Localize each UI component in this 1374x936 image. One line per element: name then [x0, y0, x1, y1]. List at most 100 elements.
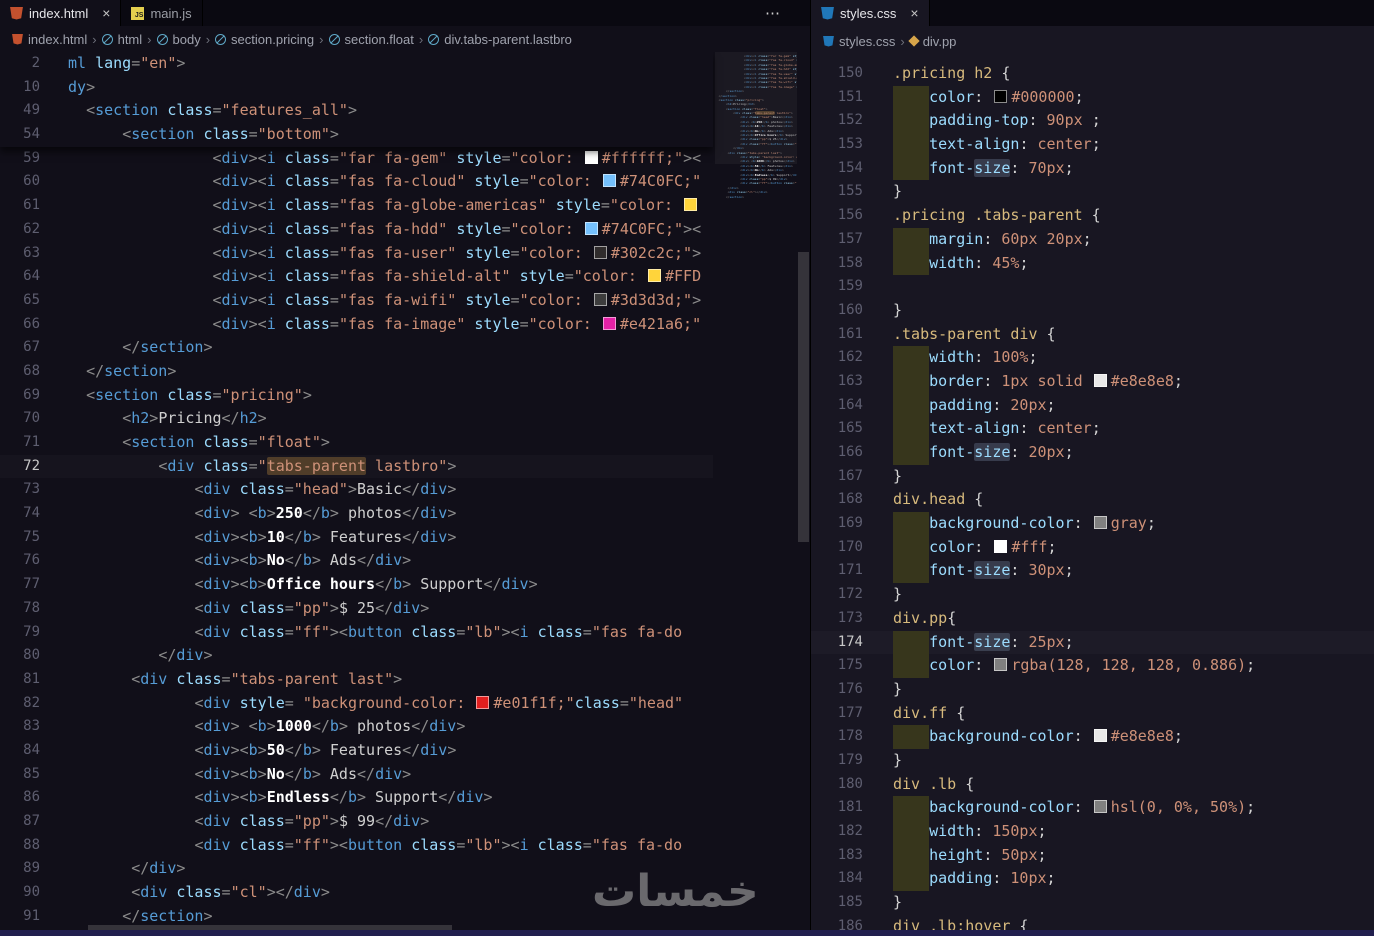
code-text[interactable]: background-color: hsl(0, 0%, 50%);	[863, 796, 1374, 820]
code-text[interactable]: <div><b>Office hours</b> Support</div>	[40, 573, 713, 597]
color-swatch[interactable]	[1093, 729, 1107, 743]
code-text[interactable]: }	[863, 891, 1374, 915]
code-text[interactable]: <div><i class="fas fa-cloud" style="colo…	[40, 170, 713, 194]
code-text[interactable]: <div><b>No</b> Ads</div>	[40, 763, 713, 787]
color-swatch[interactable]	[1093, 516, 1107, 530]
code-text[interactable]: text-align: center;	[863, 133, 1374, 157]
code-text[interactable]: div .lb {	[863, 773, 1374, 797]
color-swatch[interactable]	[684, 198, 698, 212]
code-text[interactable]: </section>	[40, 336, 713, 360]
breadcrumb-item-div-pp[interactable]: div.pp	[908, 34, 956, 49]
color-swatch[interactable]	[602, 174, 616, 188]
code-text[interactable]: padding: 20px;	[863, 393, 1374, 418]
code-text[interactable]: <div class="pp">$ 25</div>	[40, 597, 713, 621]
code-text[interactable]: margin: 60px 20px;	[863, 227, 1374, 252]
code-text[interactable]: font-size: 25px;	[863, 630, 1374, 655]
code-text[interactable]	[863, 275, 1374, 299]
color-swatch[interactable]	[602, 316, 616, 330]
code-text[interactable]: width: 45%;	[863, 251, 1374, 276]
tab-main-js[interactable]: main.js	[121, 0, 203, 26]
close-icon[interactable]: ×	[910, 5, 918, 21]
code-text[interactable]: <div style= "background-color: #e01f1f;"…	[40, 692, 713, 716]
breadcrumb-item-section-float[interactable]: section.float	[328, 32, 414, 47]
color-swatch[interactable]	[994, 89, 1008, 103]
code-text[interactable]: <div class="tabs-parent lastbro">	[40, 455, 713, 479]
code-text[interactable]: <section class="float">	[40, 431, 713, 455]
code-text[interactable]: <section class="features_all">	[40, 99, 713, 123]
breadcrumb-item-index-html[interactable]: index.html	[12, 32, 87, 47]
code-text[interactable]: ml lang="en">	[40, 52, 713, 76]
code-text[interactable]: <div class="ff"><button class="lb"><i cl…	[40, 621, 713, 645]
code-text[interactable]: height: 50px;	[863, 843, 1374, 868]
code-text[interactable]: <div class="head">Basic</div>	[40, 478, 713, 502]
breadcrumb-item-body[interactable]: body	[156, 32, 201, 47]
code-text[interactable]: width: 100%;	[863, 346, 1374, 370]
code-text[interactable]: font-size: 20px;	[863, 441, 1374, 465]
code-text[interactable]: <div><i class="fas fa-image" style="colo…	[40, 313, 713, 337]
code-text[interactable]: <section class="bottom">	[40, 123, 713, 147]
breadcrumb-item-styles-css[interactable]: styles.css	[823, 34, 895, 49]
code-text[interactable]: background-color: #e8e8e8;	[863, 725, 1374, 749]
code-text[interactable]: }	[863, 299, 1374, 323]
code-text[interactable]: <div><i class="far fa-gem" style="color:…	[40, 147, 713, 171]
minimap-slider[interactable]	[715, 52, 797, 164]
code-text[interactable]: <div><i class="fas fa-user" style="color…	[40, 242, 713, 266]
code-text[interactable]: <div><i class="fas fa-wifi" style="color…	[40, 289, 713, 313]
code-text[interactable]: color: #000000;	[863, 85, 1374, 110]
code-text[interactable]: padding-top: 90px ;	[863, 109, 1374, 134]
vertical-scrollbar[interactable]	[797, 52, 810, 936]
code-text[interactable]: <div><b>Endless</b> Support</div>	[40, 786, 713, 810]
code-text[interactable]: <div> <b>1000</b> photos</div>	[40, 715, 713, 739]
color-swatch[interactable]	[994, 539, 1008, 553]
color-swatch[interactable]	[584, 221, 598, 235]
color-swatch[interactable]	[593, 245, 607, 259]
code-text[interactable]: text-align: center;	[863, 417, 1374, 441]
code-text[interactable]: div.head {	[863, 488, 1374, 512]
code-text[interactable]: <div class="ff"><button class="lb"><i cl…	[40, 834, 713, 858]
code-text[interactable]: </section>	[40, 360, 713, 384]
code-text[interactable]: }	[863, 180, 1374, 204]
code-text[interactable]: color: #fff;	[863, 535, 1374, 560]
code-text[interactable]: width: 150px;	[863, 820, 1374, 844]
color-swatch[interactable]	[593, 292, 607, 306]
tab-index-html[interactable]: index.html ×	[0, 0, 122, 26]
code-text[interactable]: <div><b>50</b> Features</div>	[40, 739, 713, 763]
code-text[interactable]: font-size: 30px;	[863, 559, 1374, 584]
code-text[interactable]: <div><b>10</b> Features</div>	[40, 526, 713, 550]
tab-styles-css[interactable]: styles.css ×	[811, 0, 930, 26]
code-text[interactable]: <div><b>No</b> Ads</div>	[40, 549, 713, 573]
code-text[interactable]: div.ff {	[863, 702, 1374, 726]
color-swatch[interactable]	[648, 269, 661, 283]
code-text[interactable]: }	[863, 678, 1374, 702]
css-editor[interactable]: 150 .pricing h2 {151 color: #000000; 152 p…	[811, 56, 1374, 936]
code-text[interactable]: }	[863, 583, 1374, 607]
code-text[interactable]: <div><i class="fas fa-globe-americas" st…	[40, 194, 713, 218]
code-text[interactable]: <div class="tabs-parent last">	[40, 668, 713, 692]
color-swatch[interactable]	[1093, 373, 1107, 387]
code-text[interactable]: <div> <b>250</b> photos</div>	[40, 502, 713, 526]
color-swatch[interactable]	[584, 150, 598, 164]
color-swatch[interactable]	[476, 695, 490, 709]
code-text[interactable]: <h2>Pricing</h2>	[40, 407, 713, 431]
more-actions-icon[interactable]: ⋯	[765, 4, 782, 22]
code-text[interactable]: <div><i class="fas fa-shield-alt" style=…	[40, 265, 713, 289]
code-text[interactable]: }	[863, 465, 1374, 489]
code-text[interactable]: padding: 10px;	[863, 867, 1374, 892]
code-text[interactable]: font-size: 70px;	[863, 156, 1374, 181]
color-swatch[interactable]	[994, 658, 1008, 672]
html-editor[interactable]: 59 <div><i class="far fa-gem" style="col…	[0, 52, 810, 936]
code-text[interactable]: <div class="pp">$ 99</div>	[40, 810, 713, 834]
breadcrumb-item-html[interactable]: html	[101, 32, 142, 47]
code-text[interactable]: .pricing h2 {	[863, 62, 1374, 86]
code-text[interactable]: color: rgba(128, 128, 128, 0.886);	[863, 654, 1374, 678]
code-text[interactable]: div.pp{	[863, 607, 1374, 631]
code-text[interactable]: }	[863, 749, 1374, 773]
code-text[interactable]: </div>	[40, 644, 713, 668]
code-text[interactable]: dy>	[40, 76, 713, 100]
code-text[interactable]: border: 1px solid #e8e8e8;	[863, 369, 1374, 394]
code-text[interactable]: background-color: gray;	[863, 512, 1374, 536]
vertical-scrollbar-thumb[interactable]	[798, 252, 809, 542]
color-swatch[interactable]	[1093, 800, 1107, 814]
code-text[interactable]: .tabs-parent div {	[863, 323, 1374, 347]
breadcrumb-item-div-tabs-parent[interactable]: div.tabs-parent.lastbro	[428, 32, 572, 47]
